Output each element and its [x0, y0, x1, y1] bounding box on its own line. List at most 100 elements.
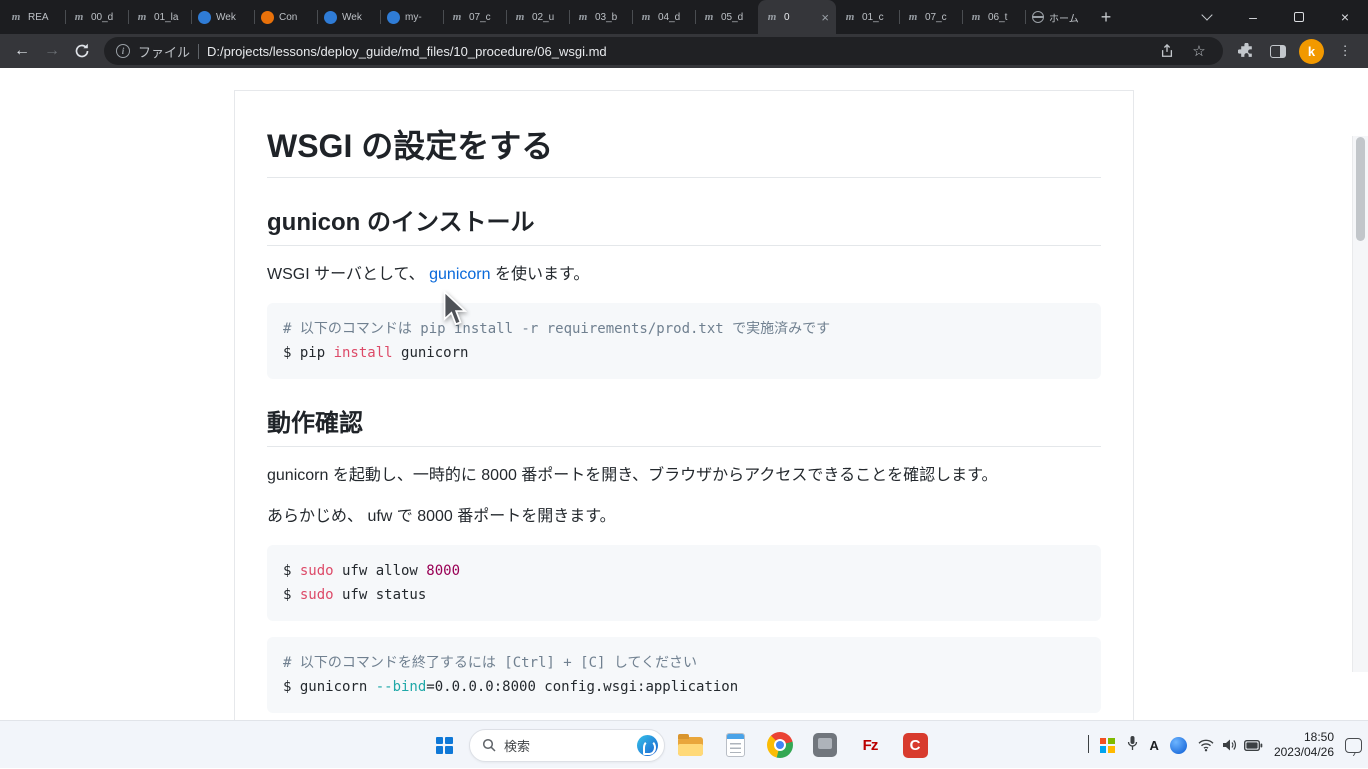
tab-label: 02_u — [532, 12, 562, 23]
new-tab-button[interactable]: + — [1092, 3, 1120, 31]
taskbar-clock[interactable]: 18:50 2023/04/26 — [1274, 730, 1334, 760]
tab-label: ホーム — [1049, 10, 1081, 25]
network-volume-battery-group[interactable] — [1198, 738, 1263, 752]
section-heading-install: gunicon のインストール — [267, 202, 1101, 246]
tab[interactable]: m 01_c — [836, 0, 899, 34]
profile-avatar[interactable]: k — [1299, 39, 1324, 64]
tab[interactable]: Con — [254, 0, 317, 34]
check-paragraph-1: gunicorn を起動し、一時的に 8000 番ポートを開き、ブラウザからアク… — [267, 463, 1101, 488]
tab-label: 01_c — [862, 12, 892, 23]
tab[interactable]: m 02_u — [506, 0, 569, 34]
ime-indicator[interactable]: A — [1150, 738, 1159, 753]
tab-label: Con — [279, 12, 310, 23]
tab-label: 01_la — [154, 12, 184, 23]
tray-overflow-chevron-icon[interactable] — [1088, 736, 1089, 754]
code-line: # 以下のコマンドは pip install -r requirements/p… — [283, 317, 1085, 341]
extensions-puzzle-icon[interactable] — [1231, 37, 1261, 65]
check-paragraph-2: あらかじめ、 ufw で 8000 番ポートを開きます。 — [267, 504, 1101, 529]
code-line: # 以下のコマンドを終了するには [Ctrl] + [C] してください — [283, 651, 1085, 675]
tab[interactable]: m 01_la — [128, 0, 191, 34]
tab[interactable]: Wek — [317, 0, 380, 34]
tab-label: my- — [405, 12, 436, 23]
browser-viewport: WSGI の設定をする gunicon のインストール WSGI サーバとして、… — [0, 68, 1368, 720]
markdown-document: WSGI の設定をする gunicon のインストール WSGI サーバとして、… — [234, 90, 1134, 720]
code-block-ufw: $ sudo ufw allow 8000$ sudo ufw status — [267, 545, 1101, 621]
tab[interactable]: m07_c — [443, 0, 506, 34]
browser-menu-kebab-icon[interactable]: ⋮ — [1330, 37, 1360, 65]
system-tray: A 18:50 2023/04/26 — [1088, 721, 1362, 769]
url-text[interactable]: D:/projects/lessons/deploy_guide/md_file… — [207, 44, 1147, 59]
markdown-icon: m — [843, 10, 857, 24]
reload-button[interactable] — [68, 37, 96, 65]
tab[interactable]: ホーム — [1025, 0, 1088, 34]
tab-label: Wek — [216, 12, 247, 23]
tray-app-icon[interactable] — [1100, 738, 1115, 753]
forward-button[interactable]: → — [38, 37, 66, 65]
tab[interactable]: m05_d — [695, 0, 758, 34]
tray-blue-app-icon[interactable] — [1170, 737, 1187, 754]
code-block-gunicorn-run: # 以下のコマンドを終了するには [Ctrl] + [C] してください$ gu… — [267, 637, 1101, 713]
markdown-icon: m — [513, 10, 527, 24]
gunicorn-link[interactable]: gunicorn — [429, 266, 490, 283]
markdown-icon: m — [135, 10, 149, 24]
start-button[interactable] — [424, 725, 464, 765]
filezilla-button[interactable]: Fz — [850, 725, 890, 765]
clock-time: 18:50 — [1304, 730, 1334, 744]
blue-site-icon — [324, 11, 337, 24]
tab[interactable]: my- — [380, 0, 443, 34]
code-line: $ sudo ufw status — [283, 583, 1085, 607]
install-paragraph: WSGI サーバとして、 gunicorn を使います。 — [267, 262, 1101, 287]
page-scrollbar[interactable] — [1352, 136, 1368, 672]
taskbar-center: 検索 Fz C — [424, 721, 935, 769]
tab-strip: mREAm00_dm01_laWekConWekmy-m07_cm02_um03… — [0, 0, 1368, 34]
tab[interactable]: m 07_c — [899, 0, 962, 34]
chrome-button[interactable] — [760, 725, 800, 765]
tab-label: 0 — [784, 12, 816, 23]
bookmark-star-icon[interactable]: ☆ — [1187, 39, 1211, 63]
page-info-icon[interactable]: i — [116, 44, 130, 58]
markdown-icon: m — [639, 10, 653, 24]
orange-site-icon — [261, 11, 274, 24]
c-app-button[interactable]: C — [895, 725, 935, 765]
clock-date: 2023/04/26 — [1274, 745, 1334, 759]
url-scheme-label: ファイル — [138, 42, 190, 61]
blue-site-icon — [387, 11, 400, 24]
pinned-app-button[interactable] — [805, 725, 845, 765]
section-heading-check: 動作確認 — [267, 403, 1101, 447]
volume-icon — [1221, 738, 1237, 752]
notification-center-icon[interactable] — [1345, 738, 1362, 753]
tab[interactable]: mREA — [2, 0, 65, 34]
tab-active[interactable]: m0 × — [758, 0, 836, 34]
tab-close-icon[interactable]: × — [821, 11, 829, 24]
maximize-button[interactable] — [1276, 0, 1322, 34]
markdown-icon: m — [72, 10, 86, 24]
mouse-cursor — [442, 291, 468, 327]
address-bar[interactable]: i ファイル D:/projects/lessons/deploy_guide/… — [104, 37, 1223, 65]
scrollbar-thumb[interactable] — [1356, 137, 1365, 241]
browser-toolbar: ← → i ファイル D:/projects/lessons/deploy_gu… — [0, 34, 1368, 68]
share-icon[interactable] — [1155, 39, 1179, 63]
tab-search-chevron-icon[interactable] — [1184, 0, 1230, 34]
microphone-icon[interactable] — [1126, 735, 1139, 756]
taskbar-search[interactable]: 検索 — [469, 729, 665, 762]
markdown-icon: m — [906, 10, 920, 24]
file-explorer-button[interactable] — [670, 725, 710, 765]
close-button[interactable]: × — [1322, 0, 1368, 34]
tab[interactable]: m06_t — [962, 0, 1025, 34]
pinned-app-icon — [813, 733, 837, 757]
blue-site-icon — [198, 11, 211, 24]
chrome-icon — [767, 732, 793, 758]
code-line: $ pip install gunicorn — [283, 341, 1085, 365]
tab[interactable]: Wek — [191, 0, 254, 34]
page-title: WSGI の設定をする — [267, 121, 1101, 178]
minimize-button[interactable]: – — [1230, 0, 1276, 34]
side-panel-icon[interactable] — [1263, 37, 1293, 65]
markdown-icon: m — [765, 10, 779, 24]
tab[interactable]: m04_d — [632, 0, 695, 34]
tab[interactable]: m00_d — [65, 0, 128, 34]
text-before-link: WSGI サーバとして、 — [267, 266, 429, 283]
tab[interactable]: m03_b — [569, 0, 632, 34]
tab-label: 07_c — [925, 12, 955, 23]
notepad-button[interactable] — [715, 725, 755, 765]
back-button[interactable]: ← — [8, 37, 36, 65]
